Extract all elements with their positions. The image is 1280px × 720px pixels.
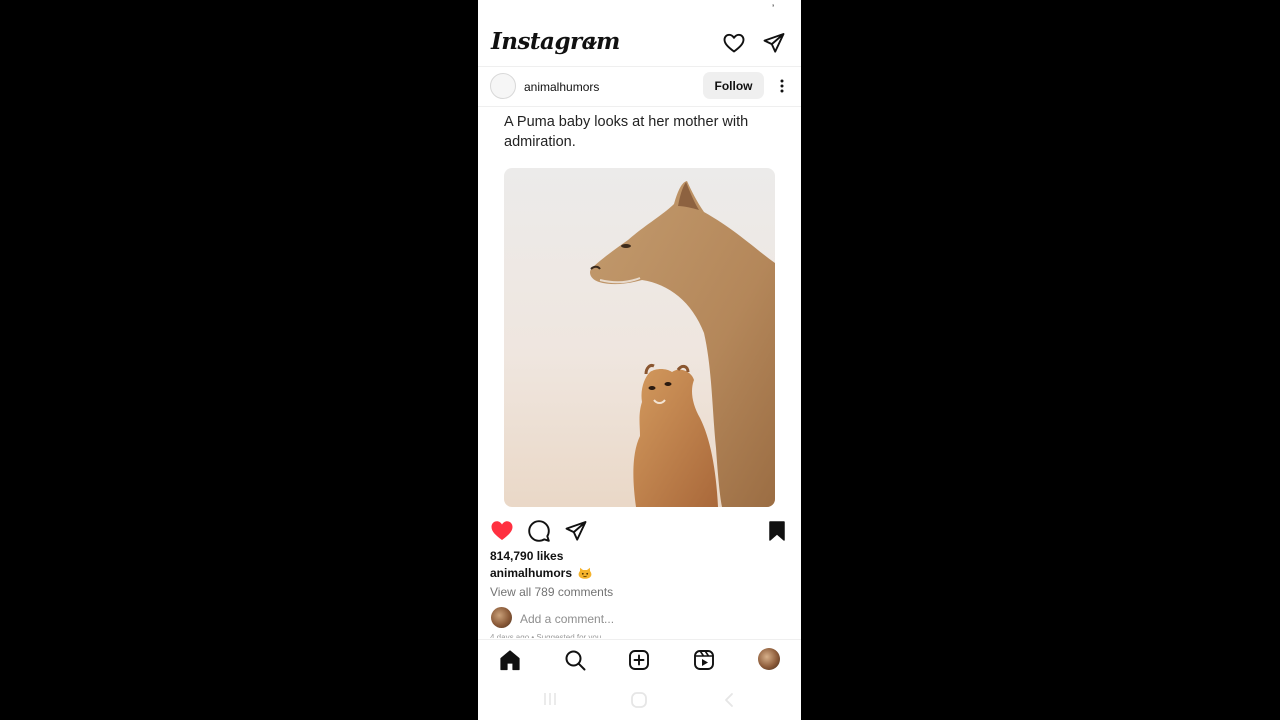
like-heart-icon[interactable] <box>490 519 514 541</box>
add-comment-row <box>478 604 801 632</box>
post-username[interactable]: animalhumors <box>524 80 599 94</box>
likes-count[interactable]: 814,790 likes <box>490 549 563 563</box>
follow-button[interactable]: Follow <box>703 72 764 99</box>
system-navigation-bar <box>478 680 801 720</box>
bottom-navigation <box>478 640 801 680</box>
caption-row: animalhumors <box>490 566 592 580</box>
recent-apps-icon[interactable] <box>542 692 558 706</box>
add-comment-input[interactable] <box>520 611 720 626</box>
cat-face-emoji <box>578 567 592 579</box>
reels-icon[interactable] <box>693 649 715 671</box>
instagram-logo[interactable]: Instagram <box>491 28 620 55</box>
more-options-icon[interactable] <box>778 78 786 94</box>
home-icon[interactable] <box>499 649 521 671</box>
search-icon[interactable] <box>564 649 586 671</box>
heart-icon[interactable] <box>722 31 746 55</box>
avatar[interactable] <box>490 73 516 99</box>
post-actions <box>478 516 801 544</box>
post-header: animalhumors Follow <box>478 68 801 106</box>
caption-username[interactable]: animalhumors <box>490 566 572 580</box>
post-timestamp: 4 days ago • Suggested for you <box>490 633 602 638</box>
bookmark-icon[interactable] <box>767 520 787 542</box>
home-button-icon[interactable] <box>630 691 648 709</box>
phone-screen: ʼ Instagram animalhumors Follow A Puma b… <box>478 0 801 720</box>
post-caption-text: A Puma baby looks at her mother with adm… <box>504 114 749 150</box>
current-user-avatar <box>491 607 512 628</box>
profile-avatar[interactable] <box>758 648 780 670</box>
view-all-comments-link[interactable]: View all 789 comments <box>490 585 613 599</box>
comment-icon[interactable] <box>527 519 551 543</box>
send-icon[interactable] <box>762 31 786 55</box>
post-image[interactable] <box>504 168 775 507</box>
status-bar-mark: ʼ <box>772 4 775 15</box>
divider <box>478 66 801 67</box>
create-icon[interactable] <box>628 649 650 671</box>
chevron-down-icon[interactable] <box>586 39 598 49</box>
back-icon[interactable] <box>723 692 735 708</box>
top-bar: Instagram <box>478 22 801 66</box>
divider <box>478 106 801 107</box>
share-icon[interactable] <box>564 519 588 543</box>
